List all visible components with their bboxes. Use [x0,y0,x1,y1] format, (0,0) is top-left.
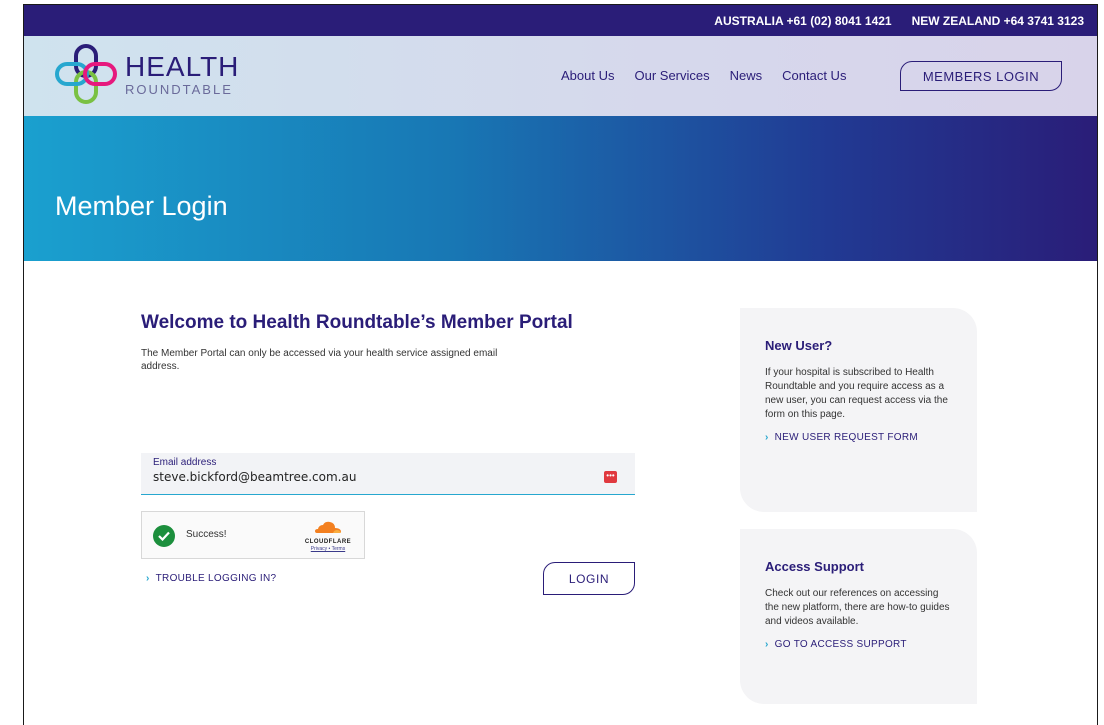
new-user-card: New User? If your hospital is subscribed… [740,308,977,512]
email-field[interactable]: Email address ••• [141,453,635,495]
chevron-right-icon: › [146,573,150,584]
cloudflare-privacy-terms[interactable]: Privacy • Terms [298,546,358,552]
access-support-title: Access Support [765,559,864,574]
logo-roundtable: ROUNDTABLE [125,81,233,97]
site-header: HEALTH ROUNDTABLE About Us Our Services … [24,36,1097,116]
new-user-link-label: NEW USER REQUEST FORM [774,432,918,443]
australia-phone[interactable]: AUSTRALIA +61 (02) 8041 1421 [714,14,891,28]
roundtable-logo-icon [55,44,117,104]
cloudflare-logo: CLOUDFLARE Privacy • Terms [298,520,358,552]
chevron-right-icon: › [765,432,769,443]
site-logo[interactable]: HEALTH ROUNDTABLE [55,44,239,104]
new-zealand-phone[interactable]: NEW ZEALAND +64 3741 3123 [912,14,1084,28]
access-support-link[interactable]: › GO TO ACCESS SUPPORT [765,639,953,650]
page-title: Member Login [55,191,228,221]
nav-our-services[interactable]: Our Services [634,68,709,83]
new-user-title: New User? [765,338,833,353]
access-support-text: Check out our references on accessing th… [765,588,950,627]
logo-wordmark: HEALTH ROUNDTABLE [125,50,240,97]
nav-news[interactable]: News [730,68,763,83]
trouble-label: TROUBLE LOGGING IN? [155,573,277,584]
email-label: Email address [153,457,217,468]
captcha-status: Success! [186,529,227,540]
new-user-text: If your hospital is subscribed to Health… [765,367,948,420]
main-content: Welcome to Health Roundtable’s Member Po… [24,261,1097,721]
cloudflare-name: CLOUDFLARE [304,539,352,545]
login-button[interactable]: LOGIN [543,562,635,595]
nav-about-us[interactable]: About Us [561,68,614,83]
access-support-link-label: GO TO ACCESS SUPPORT [774,639,907,650]
browser-frame: AUSTRALIA +61 (02) 8041 1421 NEW ZEALAND… [23,4,1098,725]
logo-health: HEALTH [125,50,240,82]
new-user-request-link[interactable]: › NEW USER REQUEST FORM [765,432,953,443]
turnstile-captcha[interactable]: Success! CLOUDFLARE Privacy • Terms [141,511,365,559]
access-support-card: Access Support Check out our references … [740,529,977,704]
welcome-description: The Member Portal can only be accessed v… [141,348,498,372]
cloudflare-cloud-icon [315,521,341,533]
trouble-logging-in-link[interactable]: › TROUBLE LOGGING IN? [146,573,276,584]
main-nav: About Us Our Services News Contact Us [561,68,846,83]
chevron-right-icon: › [765,639,769,650]
success-check-icon [153,525,175,547]
nav-contact-us[interactable]: Contact Us [782,68,846,83]
welcome-heading: Welcome to Health Roundtable’s Member Po… [141,312,573,333]
password-manager-icon[interactable]: ••• [604,471,617,483]
hero-banner: Member Login [24,116,1097,261]
top-contact-bar: AUSTRALIA +61 (02) 8041 1421 NEW ZEALAND… [24,5,1097,36]
members-login-button[interactable]: MEMBERS LOGIN [900,61,1062,91]
email-input[interactable] [153,470,583,484]
